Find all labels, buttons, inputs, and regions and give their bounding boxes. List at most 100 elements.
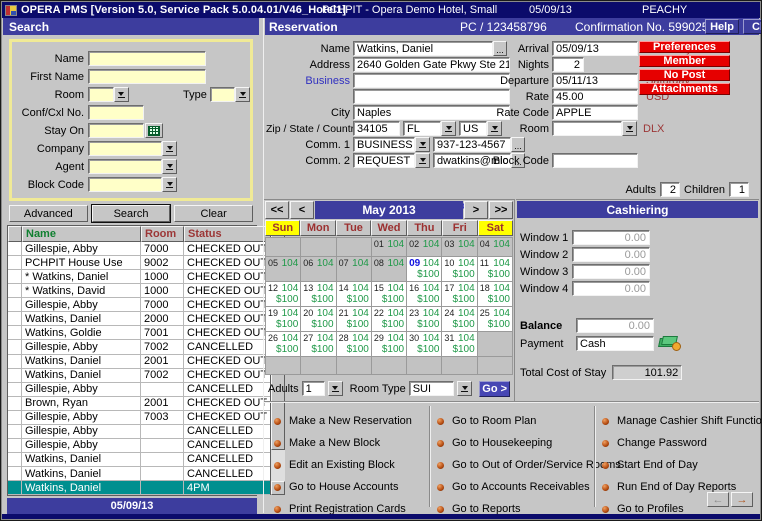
search-block-code-input[interactable] [88,177,162,192]
menu-item-go-to-house-accounts[interactable]: Go to House Accounts [274,476,426,498]
res-zip-field[interactable]: 34105 [353,121,400,136]
calendar-cell-06[interactable]: 06104 [301,257,336,282]
attachments-button[interactable]: Attachments [639,83,730,95]
calendar-cell-01[interactable]: 01104 [372,238,407,257]
calendar-cell-11[interactable]: 11104$100 [478,257,513,282]
calendar-cell-29[interactable]: 29104$100 [372,332,407,357]
table-row[interactable]: Gillespie, AbbyCANCELLED [8,425,270,439]
money-icon[interactable] [659,336,681,351]
res-city-field[interactable]: Naples [353,105,510,120]
calendar-cell-20[interactable]: 20104$100 [301,307,336,332]
calendar-cell-09[interactable]: 09104$100 [407,257,442,282]
table-row[interactable]: Gillespie, AbbyCANCELLED [8,383,270,397]
room-field-dropdown-icon[interactable] [622,121,637,136]
table-row[interactable]: Brown, Ryan2001CHECKED OUT [8,397,270,411]
departure-field[interactable]: 05/11/13 [552,73,638,88]
menu-item-go-to-accounts-receivables[interactable]: Go to Accounts Receivables [437,476,592,498]
preferences-button[interactable]: Preferences [639,41,730,53]
table-row[interactable]: * Watkins, David1000CHECKED OUT [8,284,270,298]
search-agent-input[interactable] [88,159,162,174]
agent-dropdown-icon[interactable] [162,159,177,174]
res-business-field[interactable] [353,73,510,88]
search-room-input[interactable] [88,87,114,102]
table-row[interactable]: Watkins, Daniel2001CHECKED OUT [8,355,270,369]
children-field[interactable]: 1 [729,182,749,197]
calendar-cell-31[interactable]: 31104$100 [442,332,477,357]
calendar-cell-22[interactable]: 22104$100 [372,307,407,332]
menu-item-make-a-new-block[interactable]: Make a New Block [274,432,426,454]
next-year-button[interactable]: >> [489,201,513,219]
calendar-cell-16[interactable]: 16104$100 [407,282,442,307]
table-row[interactable]: Gillespie, Abby7000CHECKED OUT [8,242,270,256]
block-code-dropdown-icon[interactable] [162,177,177,192]
page-forward-button[interactable]: → [731,492,753,507]
state-dropdown-icon[interactable] [441,121,456,136]
table-row[interactable]: Watkins, Daniel4PM [8,481,270,495]
res-country-field[interactable]: US [459,121,487,136]
table-row[interactable]: PCHPIT House Use9002CHECKED OUT [8,256,270,270]
calendar-cell-14[interactable]: 14104$100 [337,282,372,307]
nights-field[interactable]: 2 [552,57,584,72]
rate-code-field[interactable]: APPLE [552,105,638,120]
payment-field[interactable]: Cash [576,336,654,351]
help-button[interactable]: Help [705,19,739,34]
arrival-field[interactable]: 05/09/13 [552,41,638,56]
rate-field[interactable]: 45.00 [552,89,638,104]
menu-item-go-to-housekeeping[interactable]: Go to Housekeeping [437,432,592,454]
calendar-cell-02[interactable]: 02104 [407,238,442,257]
calendar-cell-17[interactable]: 17104$100 [442,282,477,307]
table-row[interactable]: Watkins, Goldie7001CHECKED OUT [8,326,270,340]
close-button[interactable]: Close [743,19,762,34]
search-stay-on-input[interactable] [88,123,144,138]
col-room[interactable]: Room [141,226,184,242]
calendar-cell-26[interactable]: 26104$100 [266,332,301,357]
table-row[interactable]: Gillespie, Abby7003CHECKED OUT [8,411,270,425]
search-conf-input[interactable] [88,105,144,120]
col-status[interactable]: Status [184,226,270,242]
prev-year-button[interactable]: << [265,201,289,219]
menu-item-make-a-new-reservation[interactable]: Make a New Reservation [274,410,426,432]
menu-item-go-to-out-of-order-service-rooms[interactable]: Go to Out of Order/Service Rooms [437,454,592,476]
search-type-input[interactable] [210,87,235,102]
menu-item-manage-cashier-shift-functions[interactable]: Manage Cashier Shift Functions [602,410,760,432]
menu-item-start-end-of-day[interactable]: Start End of Day [602,454,760,476]
comm1-ellipsis-button[interactable]: ... [511,137,525,152]
table-row[interactable]: Watkins, DanielCANCELLED [8,467,270,481]
room-dropdown-icon[interactable] [114,87,129,102]
advanced-button[interactable]: Advanced [9,205,88,222]
adults-field[interactable]: 2 [660,182,680,197]
comm2-type-field[interactable]: REQUEST [353,153,415,168]
table-row[interactable]: * Watkins, Daniel1000CHECKED OUT [8,270,270,284]
business-link[interactable]: Business [266,75,350,87]
search-first-name-input[interactable] [88,69,206,84]
calendar-cell-05[interactable]: 05104 [266,257,301,282]
search-company-input[interactable] [88,141,162,156]
table-row[interactable]: Gillespie, Abby7002CANCELLED [8,340,270,354]
calendar-cell-12[interactable]: 12104$100 [266,282,301,307]
col-name[interactable]: Name [22,226,141,242]
table-row[interactable]: Gillespie, Abby7000CHECKED OUT [8,298,270,312]
no-post-button[interactable]: No Post [639,69,730,81]
calendar-icon[interactable] [145,123,163,138]
cal-room-type-field[interactable]: SUI [409,381,455,396]
calendar-cell-21[interactable]: 21104$100 [337,307,372,332]
search-name-input[interactable] [88,51,206,66]
calendar-cell-23[interactable]: 23104$100 [407,307,442,332]
room-field[interactable] [552,121,622,136]
calendar-cell-10[interactable]: 10104$100 [442,257,477,282]
search-button[interactable]: Search [92,205,171,222]
calendar-cell-30[interactable]: 30104$100 [407,332,442,357]
res-address2-field[interactable] [353,89,510,104]
menu-item-edit-an-existing-block[interactable]: Edit an Existing Block [274,454,426,476]
table-row[interactable]: Watkins, Daniel2000CHECKED OUT [8,312,270,326]
menu-item-go-to-room-plan[interactable]: Go to Room Plan [437,410,592,432]
calendar-cell-18[interactable]: 18104$100 [478,282,513,307]
next-month-button[interactable]: > [464,201,488,219]
res-block-code-field[interactable] [552,153,638,168]
calendar-cell-25[interactable]: 25104$100 [478,307,513,332]
table-row[interactable]: Watkins, Daniel7002CHECKED OUT [8,369,270,383]
cal-adults-field[interactable]: 1 [302,381,325,396]
res-name-field[interactable]: Watkins, Daniel [353,41,493,56]
comm1-dropdown-icon[interactable] [415,137,430,152]
prev-month-button[interactable]: < [290,201,314,219]
